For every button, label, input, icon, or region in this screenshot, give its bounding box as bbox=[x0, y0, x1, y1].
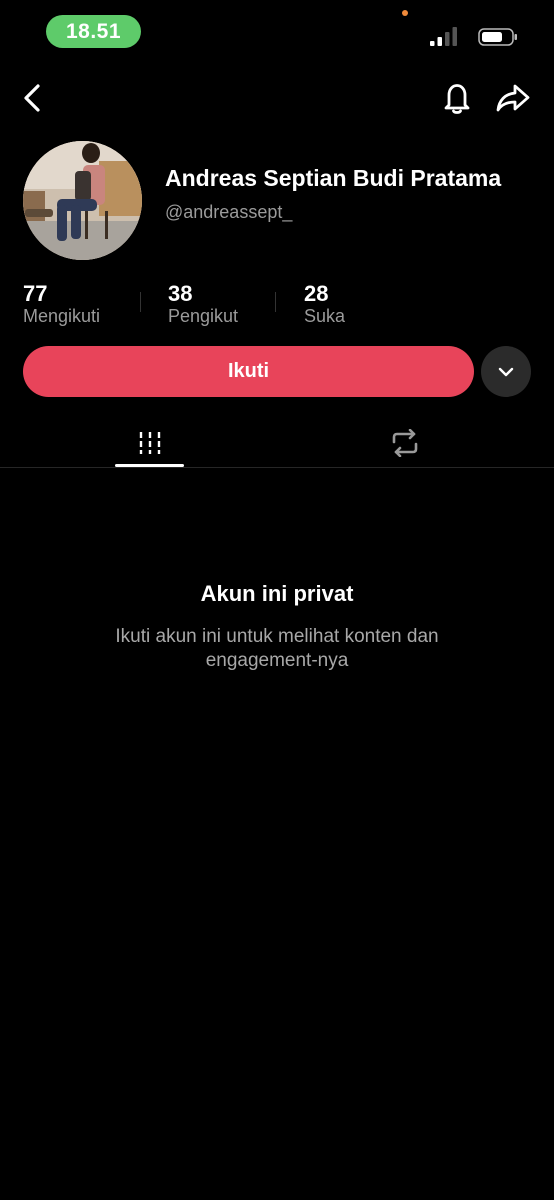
status-time: 18.51 bbox=[46, 15, 141, 48]
likes-count: 28 bbox=[304, 281, 329, 306]
tab-bar-divider bbox=[0, 467, 554, 468]
share-button[interactable] bbox=[495, 80, 531, 116]
notification-bell-button[interactable] bbox=[440, 80, 474, 116]
avatar[interactable] bbox=[23, 141, 142, 260]
more-options-button[interactable] bbox=[481, 346, 531, 397]
repost-icon bbox=[392, 429, 417, 457]
tab-reposts[interactable] bbox=[370, 420, 439, 466]
followers-count[interactable]: 38 bbox=[168, 281, 192, 307]
following-label[interactable]: Mengikuti bbox=[23, 306, 100, 327]
username: @andreassept_ bbox=[165, 202, 293, 222]
following-count[interactable]: 77 bbox=[23, 281, 47, 307]
follow-button[interactable]: Ikuti bbox=[23, 346, 474, 397]
cellular-signal-icon bbox=[430, 27, 457, 46]
private-account-title: Akun ini privat bbox=[200, 581, 354, 606]
grid-icon bbox=[139, 432, 160, 454]
chevron-down-icon bbox=[498, 367, 514, 376]
followers-label[interactable]: Pengikut bbox=[168, 306, 238, 327]
stat-divider bbox=[140, 292, 141, 312]
back-button[interactable] bbox=[18, 82, 48, 114]
battery-icon bbox=[478, 28, 517, 46]
avatar-photo bbox=[23, 141, 142, 260]
stat-divider bbox=[275, 292, 276, 312]
display-name: Andreas Septian Budi Pratama bbox=[165, 165, 502, 191]
likes-label: Suka bbox=[304, 306, 346, 326]
tab-videos[interactable] bbox=[115, 420, 184, 466]
private-account-subtitle: Ikuti akun ini untuk melihat konten dan … bbox=[115, 626, 439, 671]
privacy-indicator-dot bbox=[402, 10, 408, 16]
